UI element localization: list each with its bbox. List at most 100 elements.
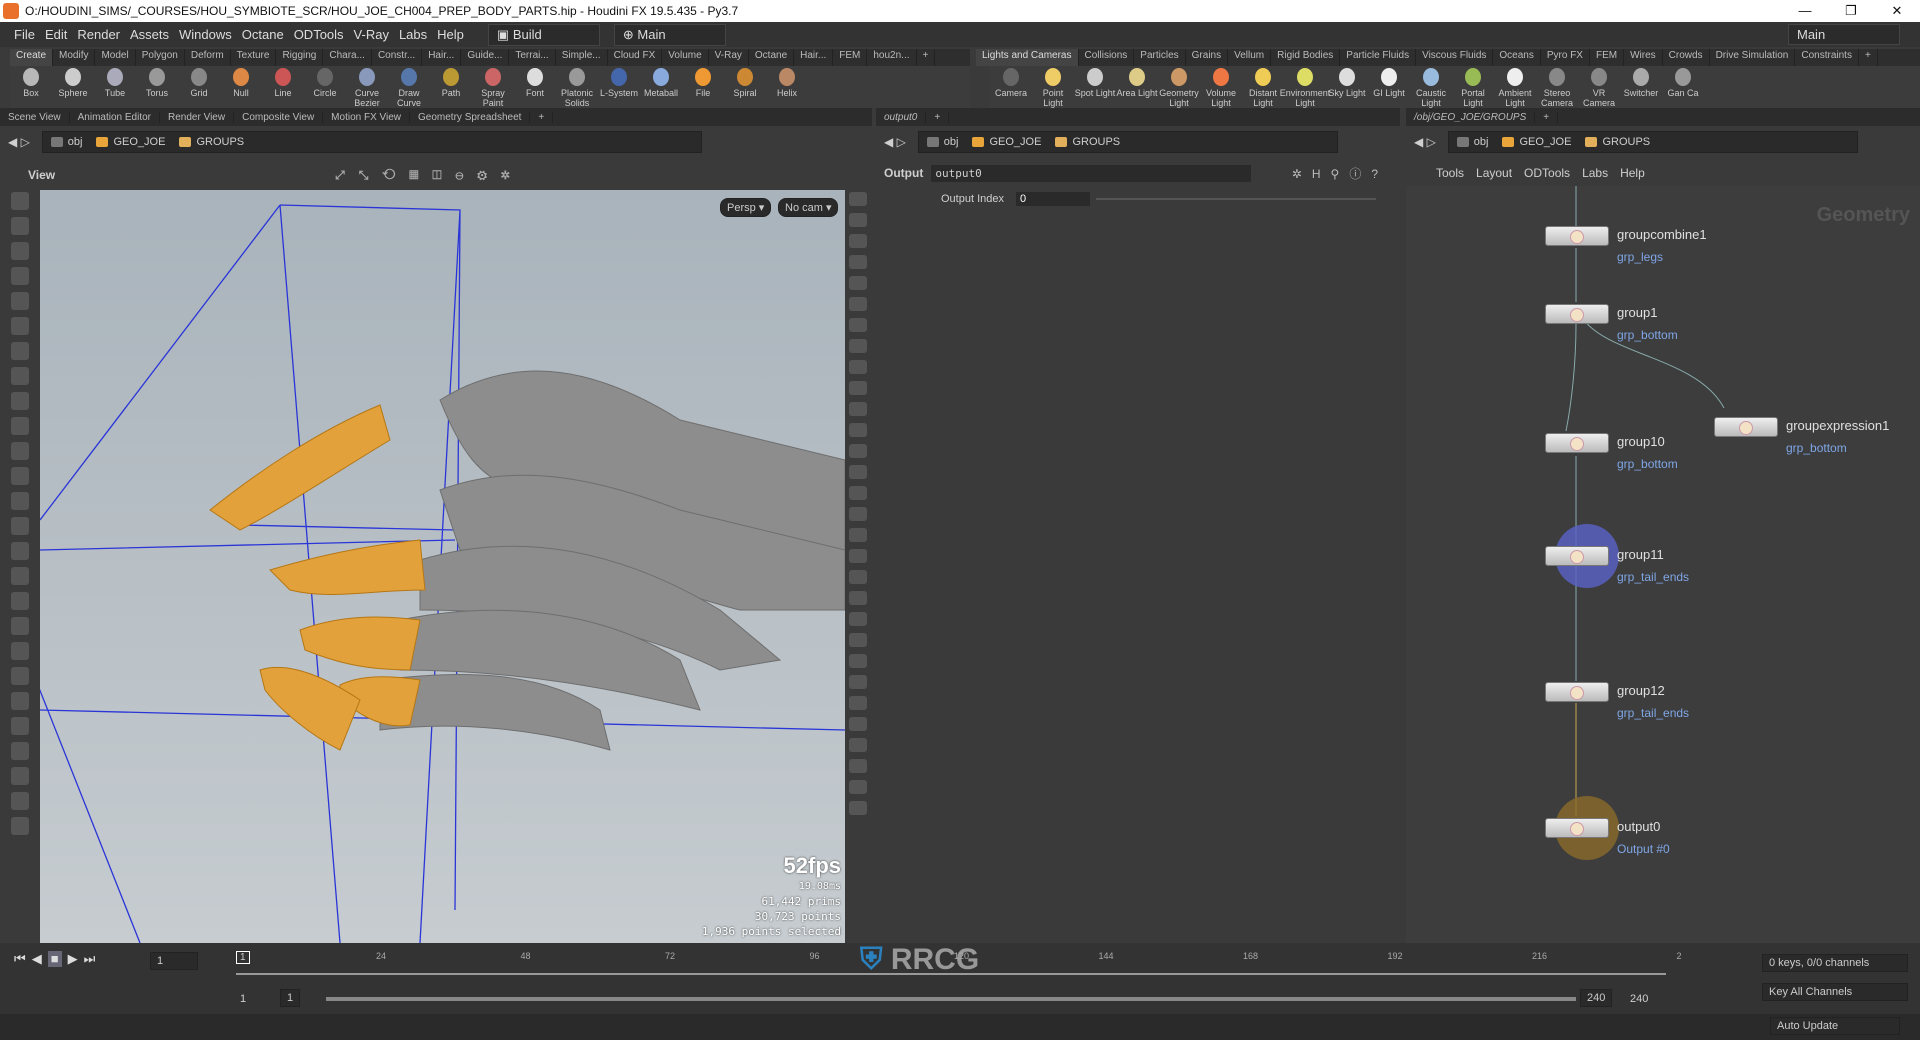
range-end[interactable]: 240 — [1580, 989, 1613, 1007]
shelf-tool-gi-light[interactable]: GI Light — [1368, 66, 1410, 108]
display-option-button[interactable] — [849, 633, 867, 647]
output-index-slider[interactable] — [1096, 198, 1376, 200]
tool-button[interactable] — [11, 742, 29, 760]
tab-composite-view[interactable]: Composite View — [234, 111, 324, 123]
path-geo[interactable]: GEO_JOE — [972, 136, 1041, 148]
shelf-tab-octane[interactable]: Octane — [749, 49, 795, 66]
shelf-tool-stereo-camera[interactable]: Stereo Camera — [1536, 66, 1578, 108]
shelf-tool-environment-light[interactable]: Environment Light — [1280, 66, 1330, 108]
shelf-tool-metaball[interactable]: Metaball — [640, 66, 682, 108]
display-option-button[interactable] — [849, 717, 867, 731]
tool-button[interactable] — [11, 292, 29, 310]
shelf-tool-area-light[interactable]: Area Light — [1116, 66, 1158, 108]
display-option-button[interactable] — [849, 570, 867, 584]
display-option-button[interactable] — [849, 234, 867, 248]
path-geo[interactable]: GEO_JOE — [1502, 136, 1571, 148]
shelf-tab-model[interactable]: Model — [95, 49, 136, 66]
tool-button[interactable] — [11, 517, 29, 535]
shelf-tab-particles[interactable]: Particles — [1134, 49, 1186, 66]
shelf-tool-circle[interactable]: Circle — [304, 66, 346, 108]
tool-button[interactable] — [11, 817, 29, 835]
menu-v-ray[interactable]: V-Ray — [354, 27, 389, 42]
shelf-tab-guide[interactable]: Guide... — [461, 49, 510, 66]
tool-button[interactable] — [11, 717, 29, 735]
shelf-tab-deform[interactable]: Deform — [185, 49, 231, 66]
node-group10[interactable] — [1545, 433, 1609, 453]
menu-file[interactable]: File — [14, 27, 35, 42]
tool-button[interactable] — [11, 217, 29, 235]
shelf-tool-platonic-solids[interactable]: Platonic Solids — [556, 66, 598, 108]
display-option-button[interactable] — [849, 423, 867, 437]
tab-scene-view[interactable]: Scene View — [0, 111, 70, 123]
shelf-tab-terrai[interactable]: Terrai... — [509, 49, 556, 66]
shelf-tool-point-light[interactable]: Point Light — [1032, 66, 1074, 108]
shelf-tool-geometry-light[interactable]: Geometry Light — [1158, 66, 1200, 108]
jump-end-button[interactable]: ⏭ — [84, 951, 96, 967]
shelf-tab-create[interactable]: Create — [10, 49, 54, 66]
node-groupcombine1[interactable] — [1545, 226, 1609, 246]
shelf-tool-path[interactable]: Path — [430, 66, 472, 108]
path-groups[interactable]: GROUPS — [179, 136, 244, 148]
stop-button[interactable]: ■ — [47, 951, 62, 967]
shelf-tool-ambient-light[interactable]: Ambient Light — [1494, 66, 1536, 108]
shelf-tool-distant-light[interactable]: Distant Light — [1242, 66, 1284, 108]
network-menu-odtools[interactable]: ODTools — [1524, 166, 1570, 180]
shelf-tool-gan-ca[interactable]: Gan Ca — [1662, 66, 1704, 108]
keys-status[interactable]: 0 keys, 0/0 channels — [1762, 954, 1908, 972]
add-tab-button[interactable]: + — [926, 111, 950, 123]
tool-button[interactable] — [11, 617, 29, 635]
shelf-tab-constraints[interactable]: Constraints — [1795, 49, 1859, 66]
tool-button[interactable] — [11, 592, 29, 610]
shelf-tool-file[interactable]: File — [682, 66, 724, 108]
shelf-tool-camera[interactable]: Camera — [990, 66, 1032, 108]
tool-button[interactable] — [11, 467, 29, 485]
tool-button[interactable] — [11, 667, 29, 685]
shelf-tab-particle-fluids[interactable]: Particle Fluids — [1340, 49, 1417, 66]
display-option-button[interactable] — [849, 801, 867, 815]
display-option-button[interactable] — [849, 255, 867, 269]
shelf-tab-cloud-fx[interactable]: Cloud FX — [608, 49, 663, 66]
play-button[interactable]: ▶ — [68, 951, 78, 967]
menu-labs[interactable]: Labs — [399, 27, 427, 42]
shelf-tab-fem[interactable]: FEM — [833, 49, 868, 66]
menu-assets[interactable]: Assets — [130, 27, 169, 42]
shelf-tool-draw-curve[interactable]: Draw Curve — [388, 66, 430, 108]
shelf-tab-fem[interactable]: FEM — [1590, 49, 1625, 66]
shelf-tool-switcher[interactable]: Switcher — [1620, 66, 1662, 108]
shelf-tool-spiral[interactable]: Spiral — [724, 66, 766, 108]
path-groups[interactable]: GROUPS — [1055, 136, 1120, 148]
display-option-button[interactable] — [849, 444, 867, 458]
shelf-tab-texture[interactable]: Texture — [231, 49, 277, 66]
display-option-button[interactable] — [849, 612, 867, 626]
shelf-tool-portal-light[interactable]: Portal Light — [1452, 66, 1494, 108]
context-select[interactable]: ⊕ Main — [613, 23, 726, 46]
display-option-button[interactable] — [849, 675, 867, 689]
shelf-tool-sky-light[interactable]: Sky Light — [1326, 66, 1368, 108]
param-header-icons[interactable]: ✲H⚲ⓘ? — [1292, 165, 1388, 182]
add-shelf-tab-button[interactable]: + — [1859, 49, 1878, 66]
path-obj[interactable]: obj — [926, 136, 958, 148]
shelf-tab-volume[interactable]: Volume — [662, 49, 709, 66]
path-groups[interactable]: GROUPS — [1585, 136, 1650, 148]
tool-button[interactable] — [11, 692, 29, 710]
shelf-tab-drive-simulation[interactable]: Drive Simulation — [1710, 49, 1796, 66]
close-button[interactable]: ✕ — [1874, 3, 1920, 19]
display-option-button[interactable] — [849, 549, 867, 563]
shelf-tool-font[interactable]: Font — [514, 66, 556, 108]
node-name[interactable]: group1 — [1617, 305, 1657, 320]
display-option-button[interactable] — [849, 696, 867, 710]
shelf-tool-l-system[interactable]: L-System — [598, 66, 640, 108]
display-option-button[interactable] — [849, 507, 867, 521]
maximize-button[interactable]: ❐ — [1828, 3, 1874, 19]
display-option-button[interactable] — [849, 360, 867, 374]
back-icon[interactable]: ◀ ▷ — [884, 135, 906, 149]
tab-motion-fx-view[interactable]: Motion FX View — [323, 111, 411, 123]
shelf-tab-hair[interactable]: Hair... — [422, 49, 462, 66]
shelf-tool-line[interactable]: Line — [262, 66, 304, 108]
frame-marker[interactable]: 1 — [236, 951, 250, 964]
node-name[interactable]: group10 — [1617, 434, 1665, 449]
jump-start-button[interactable]: ⏮ — [14, 951, 26, 967]
menu-windows[interactable]: Windows — [179, 27, 232, 42]
tool-button[interactable] — [11, 242, 29, 260]
display-option-button[interactable] — [849, 528, 867, 542]
